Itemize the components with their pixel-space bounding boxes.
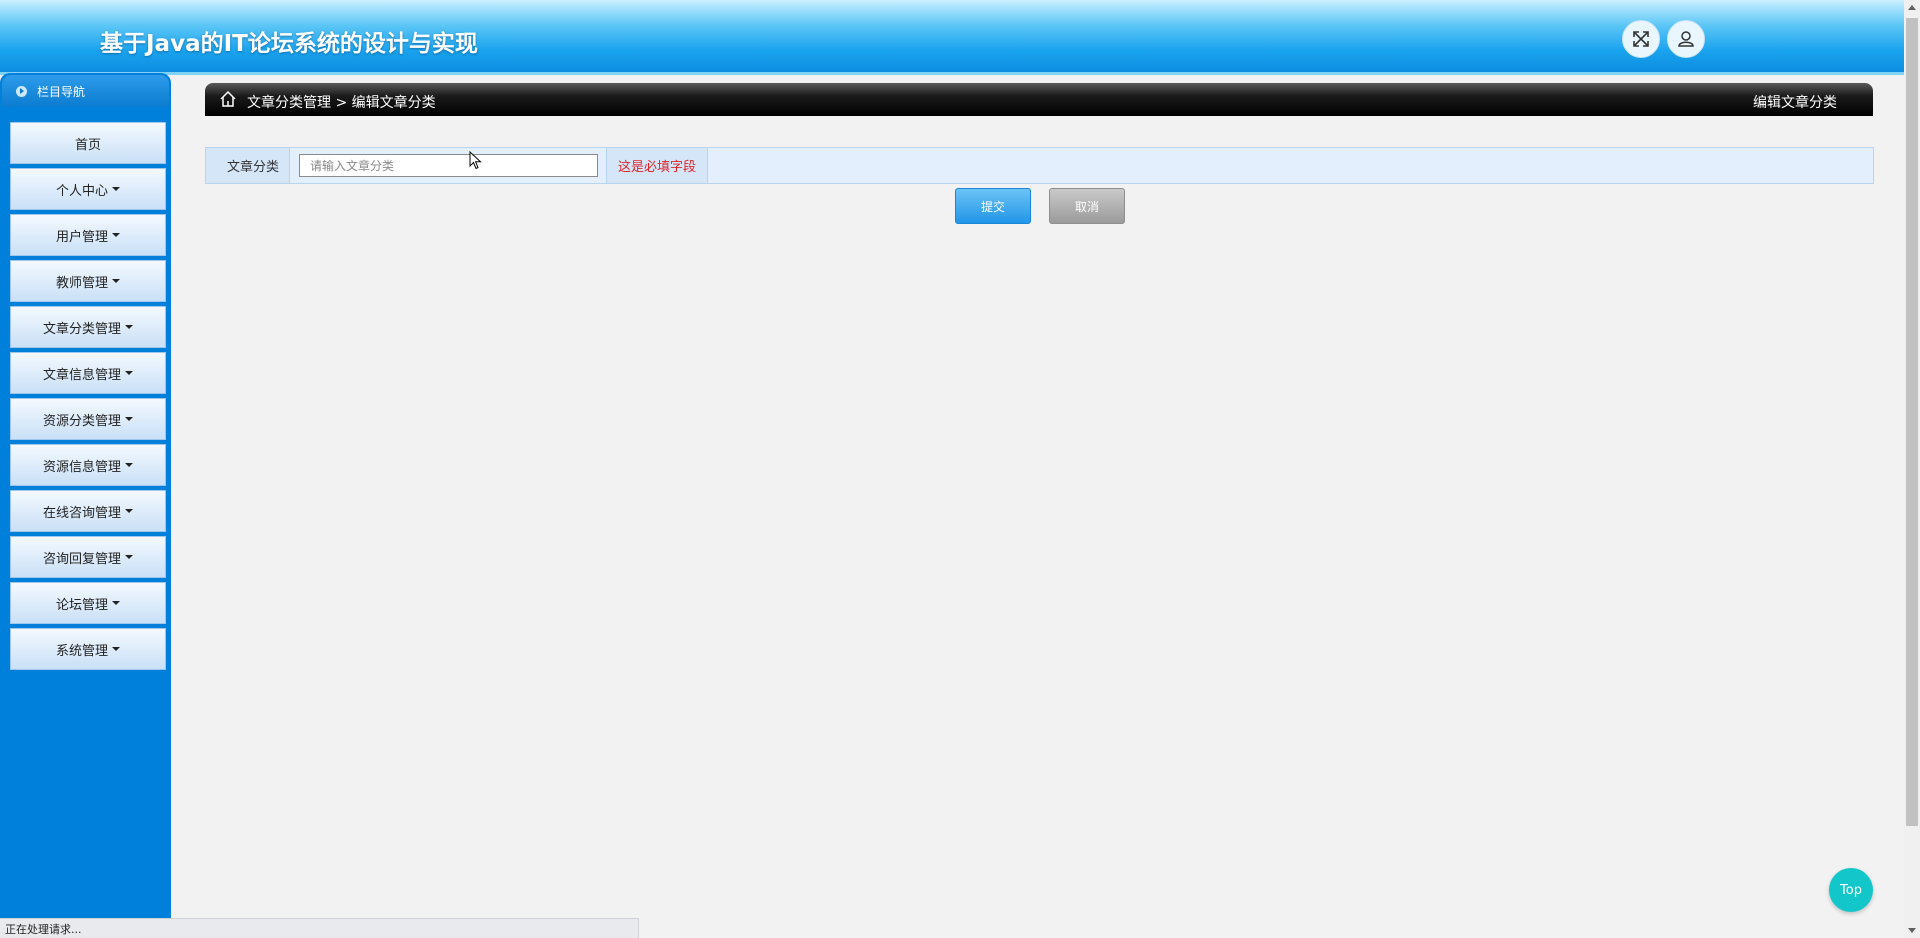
sidebar-item-label: 文章分类管理: [42, 321, 121, 337]
submit-button[interactable]: 提交: [955, 188, 1031, 224]
app-header: 基于Java的IT论坛系统的设计与实现: [0, 0, 1904, 75]
scroll-down-arrow-icon[interactable]: [1904, 922, 1920, 938]
caret-down-icon: [125, 417, 133, 421]
sidebar-item-label: 资源信息管理: [42, 459, 121, 475]
sidebar-item-label: 文章信息管理: [42, 367, 121, 383]
sidebar-item-system-management[interactable]: 系统管理: [10, 628, 166, 670]
caret-down-icon: [112, 233, 120, 237]
sidebar-item-article-info-management[interactable]: 文章信息管理: [10, 352, 166, 394]
fullscreen-icon: [1633, 31, 1649, 47]
sidebar-item-resource-info-management[interactable]: 资源信息管理: [10, 444, 166, 486]
sidebar-item-label: 资源分类管理: [42, 413, 121, 429]
breadcrumb-path: 文章分类管理 > 编辑文章分类: [247, 95, 436, 111]
caret-down-icon: [112, 279, 120, 283]
sidebar-item-label: 个人中心: [55, 183, 108, 199]
back-to-top-button[interactable]: Top: [1829, 868, 1873, 912]
sidebar-header: 栏目导航: [2, 75, 169, 107]
breadcrumb: 文章分类管理 > 编辑文章分类 编辑文章分类: [205, 83, 1873, 116]
sidebar-title: 栏目导航: [37, 84, 86, 99]
caret-down-icon: [125, 463, 133, 467]
sidebar-item-label: 论坛管理: [55, 597, 108, 613]
browser-status-bar: 正在处理请求...: [0, 918, 639, 938]
app-title: 基于Java的IT论坛系统的设计与实现: [100, 31, 478, 57]
caret-down-icon: [112, 187, 120, 191]
sidebar-item-teacher-management[interactable]: 教师管理: [10, 260, 166, 302]
user-icon: [1678, 31, 1694, 47]
caret-down-icon: [112, 601, 120, 605]
sidebar-item-online-consult-management[interactable]: 在线咨询管理: [10, 490, 166, 532]
scroll-up-arrow-icon[interactable]: [1904, 0, 1920, 16]
sidebar-item-resource-category-management[interactable]: 资源分类管理: [10, 398, 166, 440]
caret-down-icon: [112, 647, 120, 651]
required-hint: 这是必填字段: [606, 148, 708, 183]
mouse-cursor-icon: [469, 151, 482, 170]
caret-down-icon: [125, 371, 133, 375]
sidebar-item-label: 咨询回复管理: [42, 551, 121, 567]
caret-down-icon: [125, 509, 133, 513]
home-icon[interactable]: [219, 90, 237, 108]
caret-down-icon: [125, 555, 133, 559]
sidebar-item-forum-management[interactable]: 论坛管理: [10, 582, 166, 624]
article-category-input[interactable]: [299, 154, 598, 177]
sidebar: 栏目导航 首页 个人中心 用户管理 教师管理 文章分类管理 文章信息管理 资源分…: [0, 73, 171, 918]
sidebar-item-label: 用户管理: [55, 229, 108, 245]
page-title: 编辑文章分类: [1753, 95, 1837, 111]
sidebar-item-consult-reply-management[interactable]: 咨询回复管理: [10, 536, 166, 578]
sidebar-item-label: 教师管理: [55, 275, 108, 291]
sidebar-item-user-management[interactable]: 用户管理: [10, 214, 166, 256]
sidebar-item-label: 首页: [74, 137, 101, 153]
user-button[interactable]: [1667, 20, 1705, 58]
caret-down-icon: [125, 325, 133, 329]
nav-toggle-icon: [16, 85, 27, 97]
sidebar-nav: 首页 个人中心 用户管理 教师管理 文章分类管理 文章信息管理 资源分类管理 资…: [10, 122, 166, 674]
vertical-scrollbar[interactable]: [1904, 0, 1920, 938]
sidebar-item-label: 系统管理: [55, 643, 108, 659]
sidebar-item-home[interactable]: 首页: [10, 122, 166, 164]
sidebar-item-label: 在线咨询管理: [42, 505, 121, 521]
scroll-thumb[interactable]: [1906, 18, 1918, 826]
form-row-article-category: 文章分类 这是必填字段: [205, 147, 1874, 184]
sidebar-item-personal-center[interactable]: 个人中心: [10, 168, 166, 210]
article-category-label: 文章分类: [206, 148, 290, 183]
fullscreen-button[interactable]: [1622, 20, 1660, 58]
cancel-button[interactable]: 取消: [1049, 188, 1125, 224]
sidebar-item-article-category-management[interactable]: 文章分类管理: [10, 306, 166, 348]
